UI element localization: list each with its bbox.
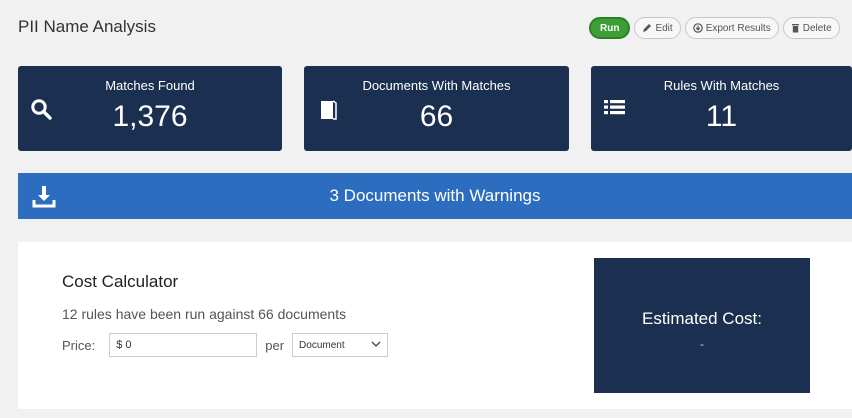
stat-card-documents-with-matches: Documents With Matches 66: [304, 66, 569, 151]
estimated-cost-value: -: [700, 337, 704, 351]
documents-with-warnings-banner[interactable]: 3 Documents with Warnings: [18, 173, 852, 219]
stat-label: Matches Found: [105, 78, 195, 93]
price-value: $ 0: [116, 339, 132, 351]
stat-card-matches-found: Matches Found 1,376: [18, 66, 282, 151]
price-input[interactable]: $ 0: [109, 333, 258, 357]
chevron-down-icon: [371, 340, 381, 351]
per-label: per: [265, 337, 285, 353]
stat-value: 11: [705, 100, 738, 133]
pencil-icon: [642, 23, 652, 33]
price-label: Price:: [62, 337, 96, 353]
estimated-cost-label: Estimated Cost:: [642, 309, 762, 328]
delete-button[interactable]: Delete: [782, 17, 840, 39]
header: PII Name Analysis Run Edit Export Result…: [0, 0, 852, 58]
cost-calculator-description: 12 rules have been run against 66 docume…: [62, 306, 347, 322]
delete-button-label: Delete: [802, 22, 832, 34]
toolbar: Run Edit Export Results Delete: [589, 17, 840, 39]
estimated-cost-box: Estimated Cost: -: [594, 258, 810, 393]
price-row: Price: $ 0 per Document: [62, 333, 389, 357]
page-title: PII Name Analysis: [18, 17, 156, 36]
edit-button-label: Edit: [655, 22, 673, 34]
warning-text: 3 Documents with Warnings: [329, 186, 541, 205]
unit-select-value: Document: [299, 339, 345, 351]
export-results-button[interactable]: Export Results: [684, 17, 779, 39]
stat-label: Rules With Matches: [663, 78, 780, 93]
unit-select[interactable]: Document: [292, 333, 389, 357]
download-icon: [32, 184, 56, 213]
stat-label: Documents With Matches: [362, 78, 511, 93]
run-button[interactable]: Run: [589, 17, 631, 39]
edit-button[interactable]: Edit: [634, 17, 681, 39]
stat-value: 66: [419, 100, 454, 133]
export-icon: [692, 23, 703, 33]
stat-value: 1,376: [112, 100, 188, 133]
trash-icon: [791, 23, 800, 33]
export-button-label: Export Results: [705, 22, 771, 34]
cost-calculator-panel: Cost Calculator 12 rules have been run a…: [18, 242, 852, 409]
run-button-label: Run: [600, 22, 620, 34]
cost-calculator-title: Cost Calculator: [62, 272, 179, 291]
stat-card-rules-with-matches: Rules With Matches 11: [591, 66, 852, 151]
